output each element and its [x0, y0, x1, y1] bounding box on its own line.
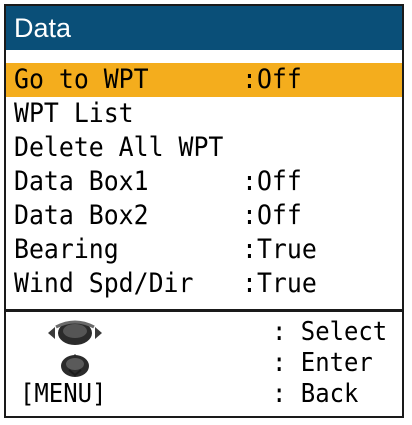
menu-key-label: [MENU] [20, 379, 107, 409]
menu-item-value: :True [242, 234, 317, 265]
menu-item-label: Go to WPT [14, 64, 149, 95]
menu-item-go-to-wpt[interactable]: Go to WPT :Off [6, 63, 402, 97]
rotary-knob-icon [48, 320, 102, 345]
menu-item-wind-spd-dir[interactable]: Wind Spd/Dir :True [6, 267, 402, 301]
menu-item-label: Data Box2 [14, 200, 149, 231]
menu-item-label: Wind Spd/Dir [14, 268, 194, 299]
window-title: Data [6, 6, 402, 50]
menu-item-value: :Off [242, 166, 302, 197]
legend-select-text: : Select [272, 317, 388, 347]
legend-enter-text: : Enter [272, 348, 373, 378]
menu-item-value: :Off [242, 200, 302, 231]
legend-row-select: : Select [6, 317, 402, 348]
menu-item-value: :True [242, 268, 317, 299]
knob-push-icon [61, 354, 89, 377]
menu-item-label: Data Box1 [14, 166, 149, 197]
menu-item-data-box1[interactable]: Data Box1 :Off [6, 165, 402, 199]
menu-item-wpt-list[interactable]: WPT List [6, 97, 402, 131]
legend-back-text: : Back [272, 379, 359, 409]
menu-item-data-box2[interactable]: Data Box2 :Off [6, 199, 402, 233]
legend-row-back: [MENU] : Back [6, 379, 402, 410]
divider [6, 309, 402, 312]
menu-item-label: WPT List [14, 98, 134, 129]
key-legend: : Select : Enter [MENU] : Back [6, 317, 402, 410]
menu-list: Go to WPT :Off WPT List Delete All WPT D… [6, 63, 402, 301]
menu-item-delete-all-wpt[interactable]: Delete All WPT [6, 131, 402, 165]
legend-row-enter: : Enter [6, 348, 402, 379]
data-menu-window: Data Go to WPT :Off WPT List Delete All … [4, 4, 404, 418]
menu-item-bearing[interactable]: Bearing :True [6, 233, 402, 267]
menu-item-label: Bearing [14, 234, 119, 265]
menu-item-value: :Off [242, 64, 302, 95]
menu-item-label: Delete All WPT [14, 132, 224, 163]
